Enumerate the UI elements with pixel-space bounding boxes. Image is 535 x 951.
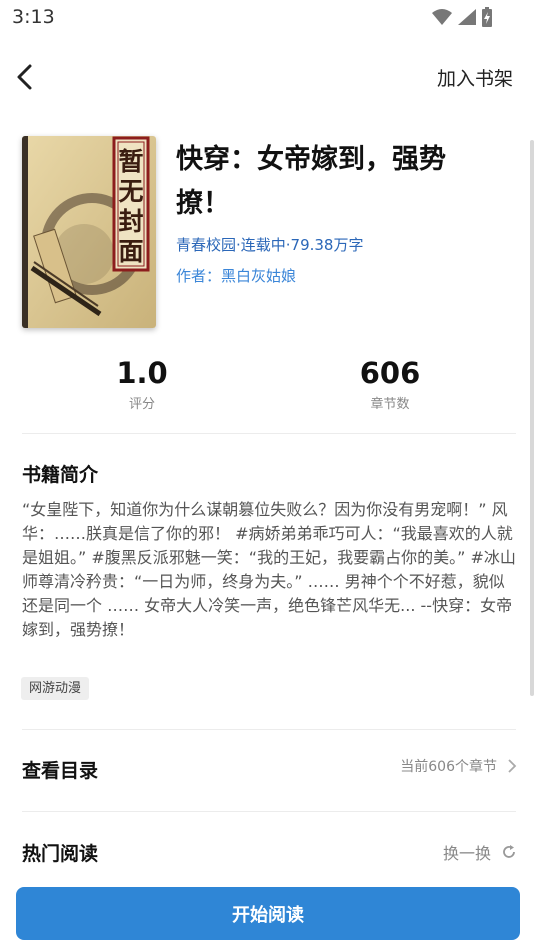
wifi-icon — [432, 9, 452, 25]
back-button[interactable] — [8, 60, 42, 94]
book-title: 快穿：女帝嫁到，强势撩！ — [176, 144, 446, 219]
catalog-current: 当前606个章节 — [400, 759, 497, 775]
scrollbar[interactable] — [530, 140, 534, 696]
rating-label: 评分 — [128, 397, 155, 412]
add-to-shelf-button[interactable]: 加入书架 — [437, 64, 513, 91]
cover-char-2: 无 — [118, 177, 143, 206]
start-reading-button[interactable]: 开始阅读 — [16, 887, 520, 940]
cover-image: 暂 无 封 面 — [22, 136, 156, 328]
hot-reading-label: 热门阅读 — [22, 843, 99, 865]
rating-stat: 1.0 评分 — [62, 355, 222, 412]
divider — [22, 811, 516, 812]
battery-icon — [482, 7, 492, 27]
intro-heading: 书籍简介 — [22, 464, 99, 486]
chapters-label: 章节数 — [370, 397, 410, 412]
book-author[interactable]: 作者：黑白灰姑娘 — [176, 265, 296, 286]
genre-tag[interactable]: 网游动漫 — [21, 677, 90, 700]
divider — [22, 729, 516, 730]
cover-char-4: 面 — [118, 237, 143, 266]
status-time: 3:13 — [12, 6, 55, 28]
catalog-label[interactable]: 查看目录 — [22, 756, 98, 783]
cover-char-3: 封 — [118, 207, 143, 236]
top-bar: 加入书架 — [0, 54, 535, 100]
signal-icon — [458, 9, 476, 25]
divider — [22, 433, 516, 434]
status-icons — [431, 7, 493, 27]
rating-value: 1.0 — [116, 356, 168, 390]
catalog-row-right[interactable]: 当前606个章节 — [400, 756, 517, 776]
book-cover: 暂 无 封 面 — [22, 136, 156, 328]
intro-text: “女皇陛下，知道你为什么谋朝篡位失败么？因为你没有男宠啊！” 风华：……朕真是信… — [22, 500, 516, 639]
chapters-value: 606 — [359, 356, 421, 390]
refresh-icon — [503, 845, 515, 858]
chapters-stat: 606 章节数 — [310, 355, 470, 412]
refresh-button[interactable]: 换一换 — [443, 840, 517, 864]
cover-char-1: 暂 — [118, 147, 143, 176]
back-arrow-icon — [17, 64, 32, 90]
refresh-label: 换一换 — [442, 844, 491, 863]
chevron-right-icon — [508, 759, 517, 773]
status-bar: 3:13 — [0, 0, 535, 36]
book-meta: 青春校园·连载中·79.38万字 — [176, 236, 364, 254]
